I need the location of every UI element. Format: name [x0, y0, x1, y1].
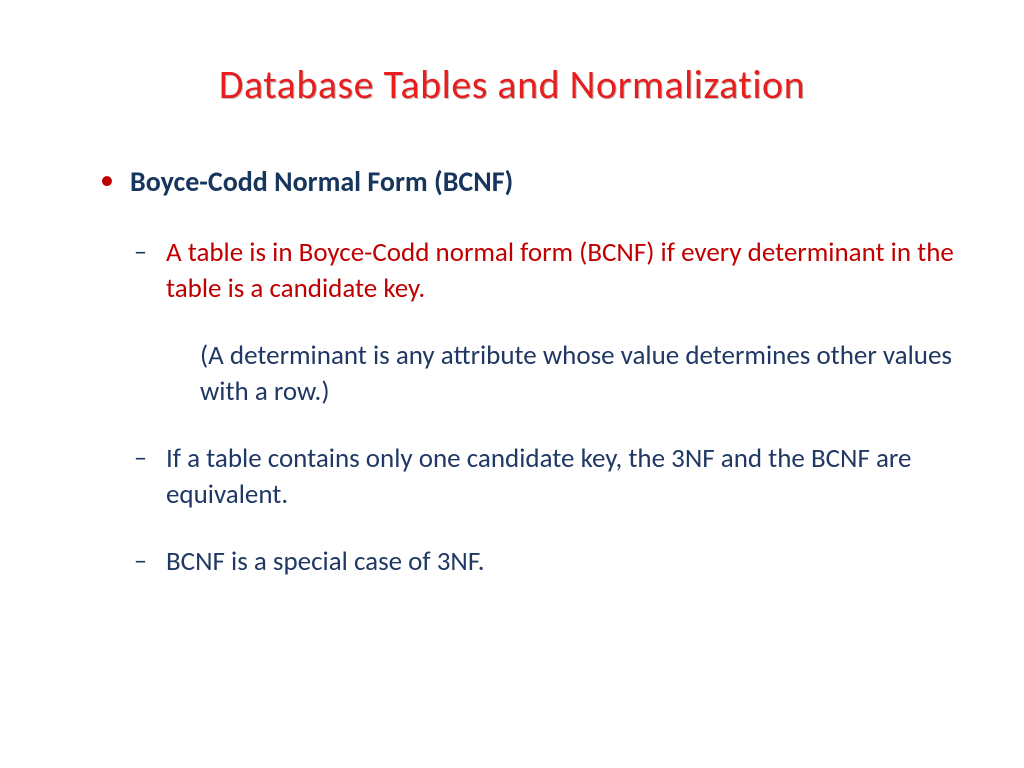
- bullet-level2: BCNF is a special case of 3NF.: [134, 544, 954, 580]
- slide-content: Boyce-Codd Normal Form (BCNF) A table is…: [70, 164, 954, 580]
- point-text: BCNF is a special case of 3NF.: [166, 544, 954, 580]
- bullet-level2: If a table contains only one candidate k…: [134, 441, 954, 514]
- bullet-level1: Boyce-Codd Normal Form (BCNF): [100, 164, 954, 199]
- bullet-level2: A table is in Boyce-Codd normal form (BC…: [134, 235, 954, 308]
- point-text: If a table contains only one candidate k…: [166, 441, 954, 514]
- slide-title: Database Tables and Normalization: [70, 60, 954, 109]
- note-text: (A determinant is any attribute whose va…: [200, 338, 954, 411]
- heading-text: Boyce-Codd Normal Form (BCNF): [130, 164, 513, 199]
- point-text: A table is in Boyce-Codd normal form (BC…: [166, 235, 954, 308]
